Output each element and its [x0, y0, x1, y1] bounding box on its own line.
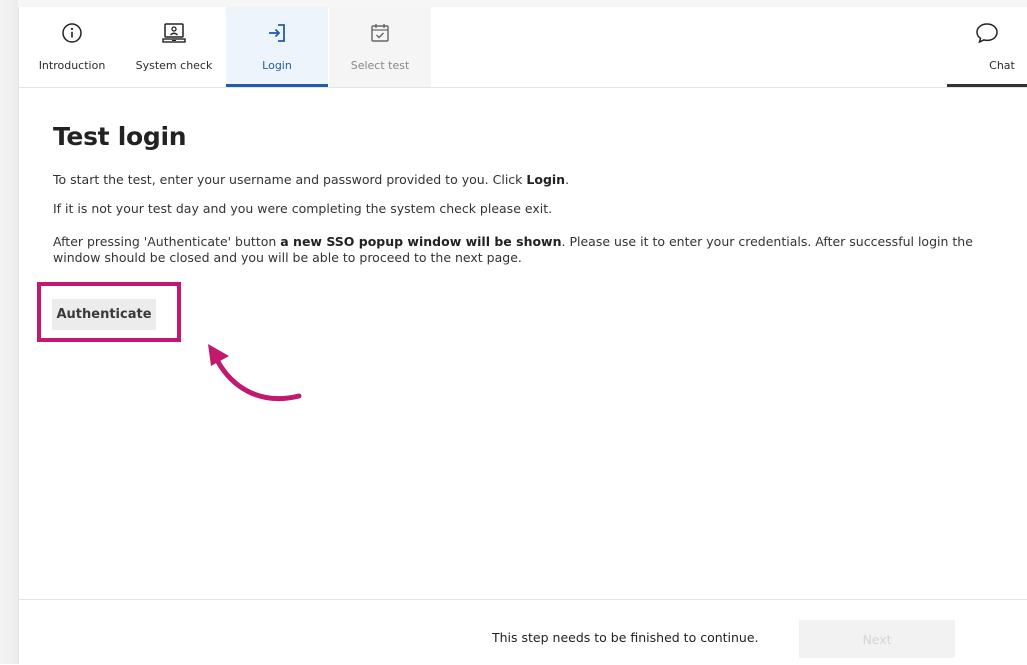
info-icon — [21, 20, 123, 46]
tab-system-check[interactable]: System check — [123, 7, 225, 87]
page-title: Test login — [53, 122, 187, 151]
tab-introduction-label: Introduction — [38, 59, 106, 72]
footer-bar: This step needs to be finished to contin… — [19, 599, 1027, 665]
tab-chat-label: Chat — [989, 59, 1015, 72]
instruction-3-start: After pressing 'Authenticate' button — [53, 234, 281, 249]
window-edge-top — [18, 0, 1027, 7]
laptop-user-icon — [123, 20, 225, 46]
footer-message: This step needs to be finished to contin… — [492, 630, 759, 645]
tab-login-label: Login — [262, 59, 292, 72]
instruction-3-emphasis: a new SSO popup window will be shown — [280, 234, 562, 249]
top-navigation: Introduction System check Login Select t… — [19, 7, 1027, 88]
window-edge-left — [0, 0, 19, 664]
instruction-paragraph-3: After pressing 'Authenticate' button a n… — [53, 234, 1013, 266]
test-app: Introduction System check Login Select t… — [19, 7, 1027, 664]
pointer-arrow-icon — [208, 344, 302, 402]
instruction-paragraph-2: If it is not your test day and you were … — [53, 201, 553, 216]
tab-system-check-label: System check — [135, 59, 213, 72]
tab-select-test-label: Select test — [350, 59, 410, 72]
instruction-paragraph-1: To start the test, enter your username a… — [53, 172, 1013, 188]
chat-bubble-icon — [947, 20, 1027, 46]
login-icon — [226, 20, 328, 46]
calendar-check-icon — [329, 20, 431, 46]
instruction-1-login-emphasis: Login — [526, 172, 566, 187]
main-content: Test login To start the test, enter your… — [19, 88, 1027, 598]
tab-introduction[interactable]: Introduction — [21, 7, 123, 87]
instruction-1-end: . — [565, 172, 570, 187]
next-button[interactable]: Next — [799, 620, 955, 658]
instruction-1-text: To start the test, enter your username a… — [53, 172, 527, 187]
tab-select-test[interactable]: Select test — [329, 7, 431, 87]
tab-login[interactable]: Login — [226, 7, 328, 87]
tab-chat[interactable]: Chat — [947, 7, 1027, 87]
authenticate-button[interactable]: Authenticate — [52, 299, 156, 330]
